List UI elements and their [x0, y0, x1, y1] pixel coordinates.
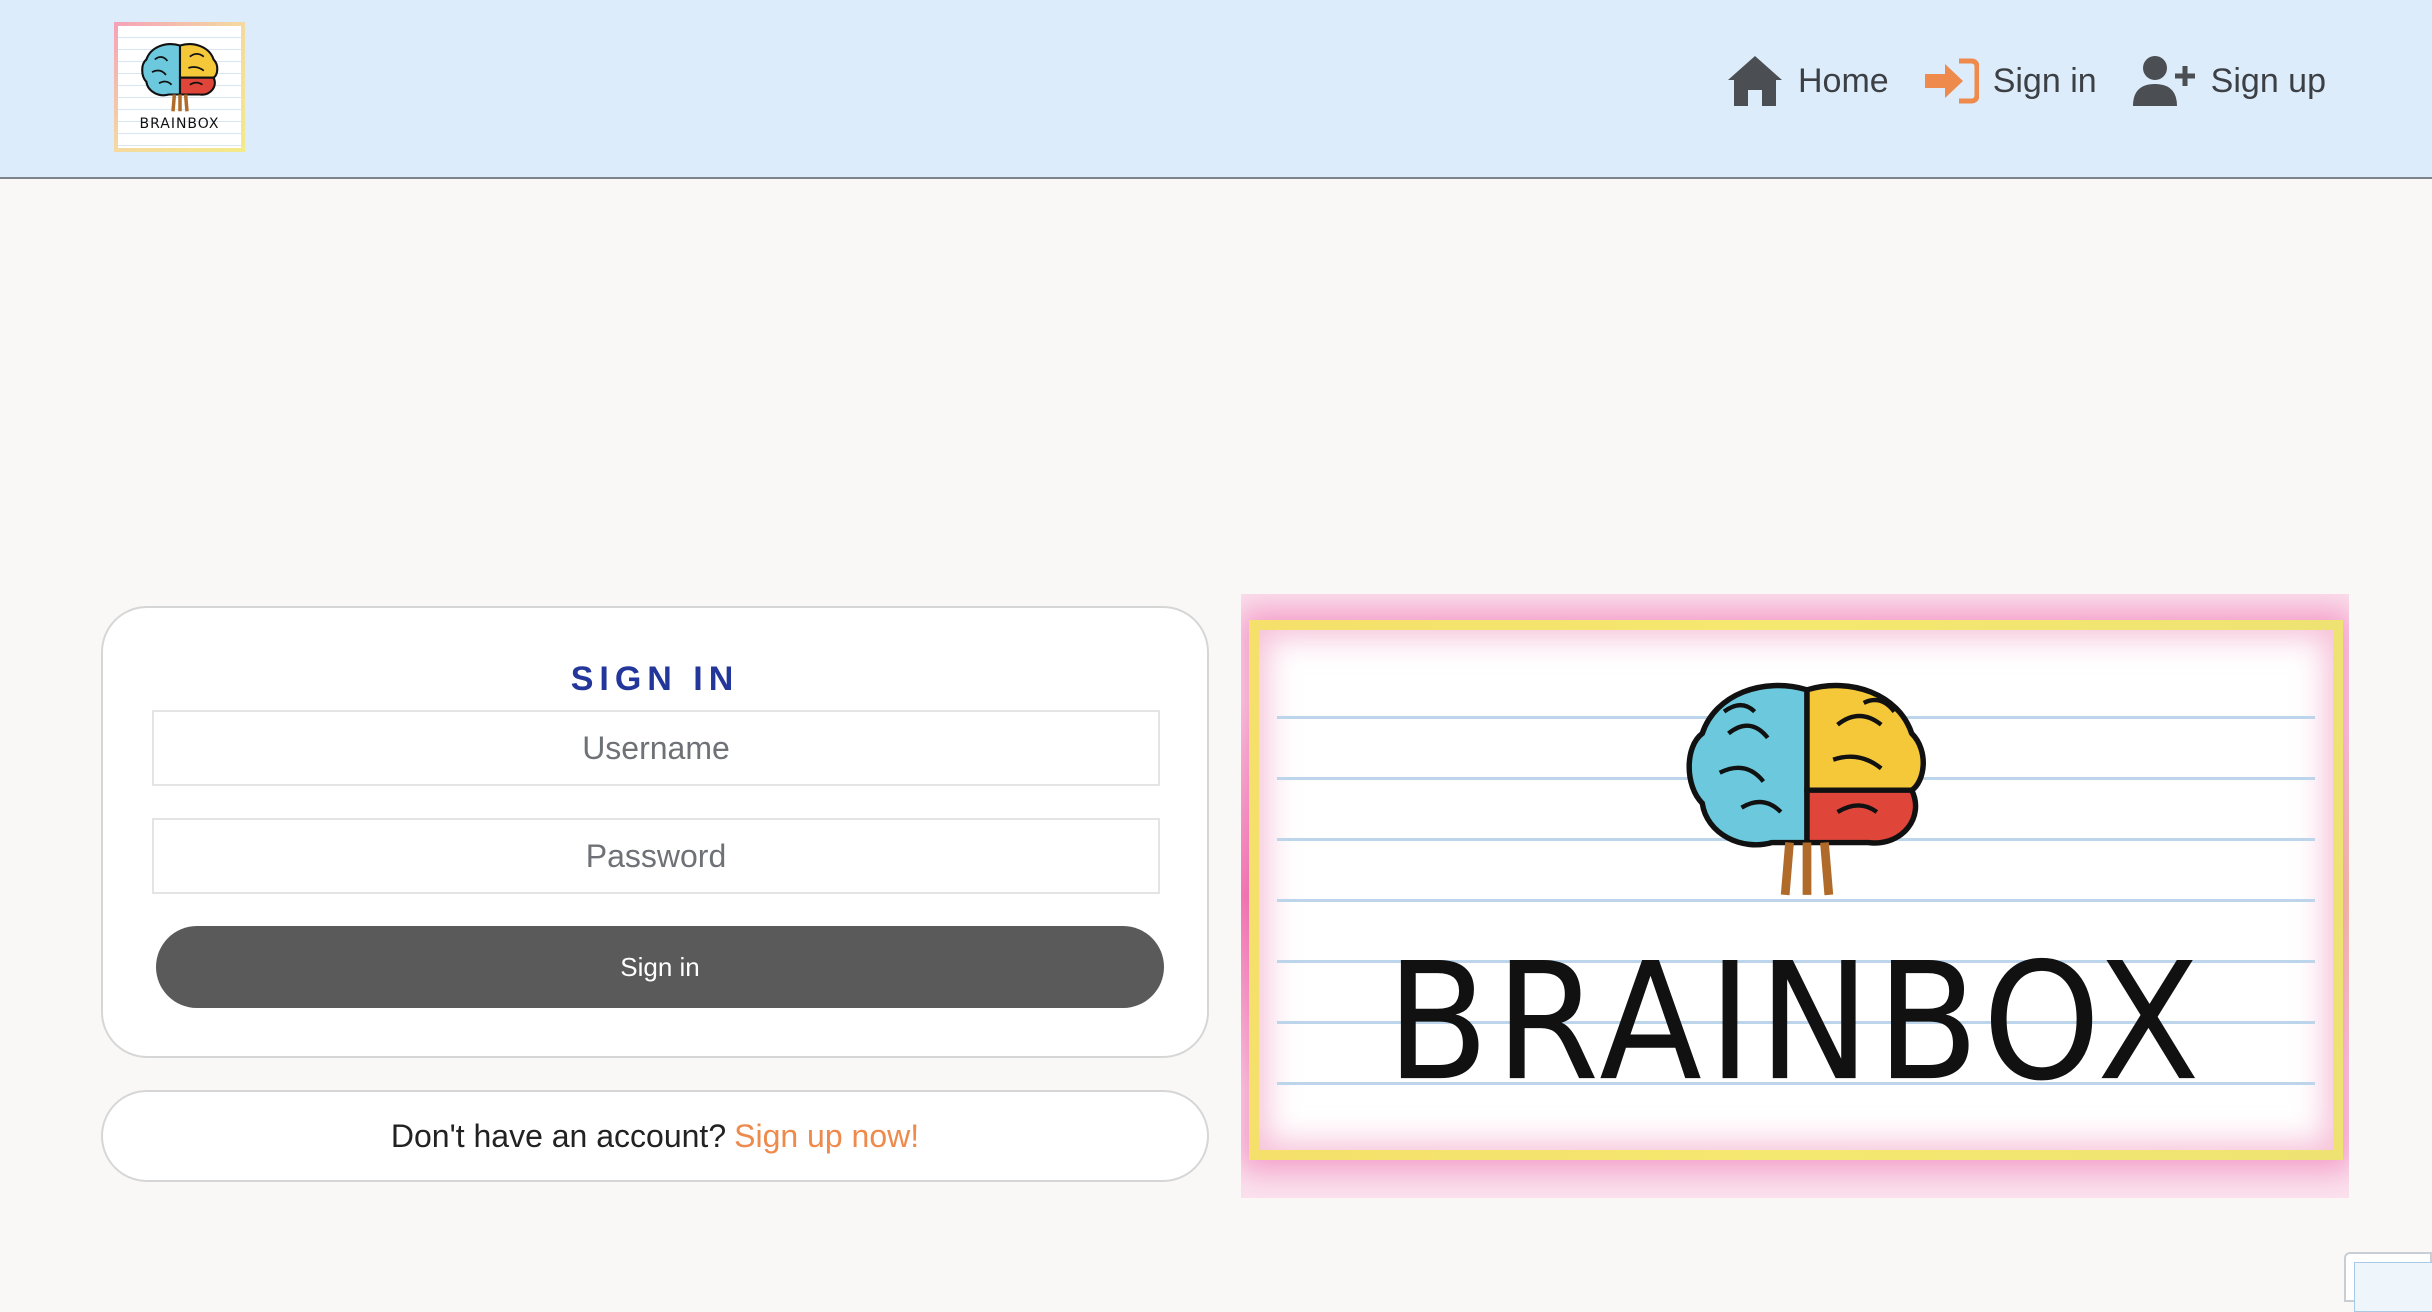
logo-text: BRAINBOX: [139, 116, 220, 132]
nav-home-label: Home: [1798, 61, 1889, 100]
nav-sign-up-label: Sign up: [2210, 61, 2326, 100]
corner-preview-thumbnail[interactable]: [2344, 1252, 2432, 1312]
sign-up-prompt-card: Don't have an account? Sign up now!: [101, 1090, 1209, 1182]
username-input[interactable]: [152, 710, 1160, 786]
brain-icon: [141, 43, 219, 112]
thumbnail-inner: [2354, 1262, 2432, 1312]
nav-home[interactable]: Home: [1726, 54, 1889, 108]
sign-up-prompt-text: Don't have an account?: [390, 1117, 727, 1154]
nav-sign-in[interactable]: Sign in: [1923, 57, 2097, 105]
brain-icon: [1686, 682, 1926, 896]
sign-in-title: SIGN IN: [570, 660, 740, 698]
navbar: BRAINBOX Home Sign in Sign up: [0, 0, 2432, 179]
brainbox-hero-image: BRAINBOX: [1241, 594, 2349, 1198]
nav-sign-in-label: Sign in: [1992, 61, 2097, 100]
hero-logo-text: BRAINBOX: [1386, 929, 2206, 1117]
sign-in-button[interactable]: Sign in: [156, 926, 1164, 1008]
brainbox-logo[interactable]: BRAINBOX: [114, 22, 245, 152]
password-input[interactable]: [152, 818, 1160, 894]
sign-up-link[interactable]: Sign up now!: [734, 1118, 919, 1155]
sign-in-card: SIGN IN Sign in: [101, 606, 1209, 1058]
home-icon: [1728, 56, 1782, 106]
nav-sign-up[interactable]: Sign up: [2131, 54, 2326, 108]
sign-in-icon: [1924, 58, 1979, 104]
hero-frame: BRAINBOX: [1249, 620, 2343, 1160]
main-nav: Home Sign in Sign up: [1726, 54, 2326, 108]
user-plus-icon: [2132, 56, 2195, 106]
